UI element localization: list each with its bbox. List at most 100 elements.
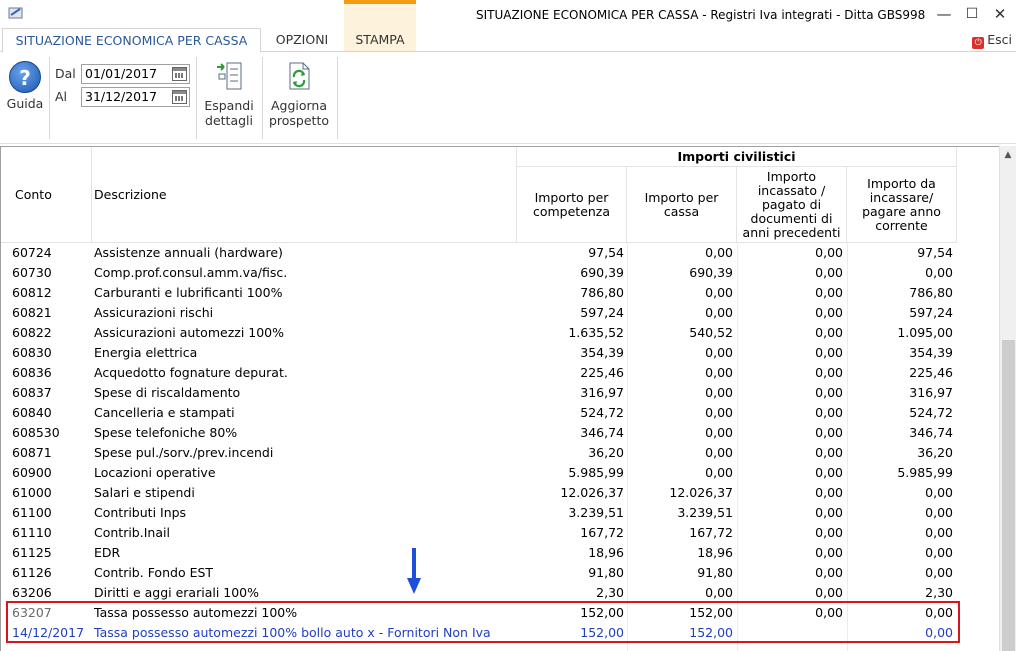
aggiorna-label-2: prospetto bbox=[268, 113, 330, 128]
table-row[interactable]: 60724 Assistenze annuali (hardware) 97,54 0… bbox=[1, 243, 961, 263]
cell-importo-competenza: 167,72 bbox=[580, 525, 624, 540]
scrollbar-thumb[interactable] bbox=[1002, 340, 1015, 651]
cell-descrizione: Assistenze annuali (hardware) bbox=[94, 245, 283, 260]
tab-stampa[interactable]: STAMPA bbox=[344, 28, 416, 52]
header-importo-competenza[interactable]: Importo per competenza bbox=[517, 167, 627, 243]
cell-importo-cassa: 91,80 bbox=[697, 565, 733, 580]
cell-importo-cassa: 0,00 bbox=[705, 245, 733, 260]
cell-descrizione: Spese di riscaldamento bbox=[94, 385, 241, 400]
cell-descrizione: Comp.prof.consul.amm.va/fisc. bbox=[94, 265, 288, 280]
cell-importo-cassa: 12.026,37 bbox=[669, 485, 733, 500]
cell-importo-corrente: 354,39 bbox=[909, 345, 953, 360]
cell-importo-cassa: 0,00 bbox=[705, 305, 733, 320]
table-row[interactable]: 60822 Assicurazioni automezzi 100% 1.635,5… bbox=[1, 323, 961, 343]
cell-importo-cassa: 0,00 bbox=[705, 385, 733, 400]
cell-descrizione: Spese telefoniche 80% bbox=[94, 425, 238, 440]
close-button[interactable]: ✕ bbox=[988, 4, 1012, 24]
cell-importo-corrente: 5.985,99 bbox=[897, 465, 953, 480]
header-importo-cassa[interactable]: Importo per cassa bbox=[627, 167, 737, 243]
minimize-button[interactable]: — bbox=[932, 4, 956, 24]
table-row[interactable]: 61125 EDR 18,96 18,96 0,00 0,00 bbox=[1, 543, 961, 563]
cell-descrizione: Locazioni operative bbox=[94, 465, 216, 480]
cell-importo-cassa: 0,00 bbox=[705, 465, 733, 480]
window-title: SITUAZIONE ECONOMICA PER CASSA - Registr… bbox=[476, 8, 926, 22]
cell-importo-precedenti: 0,00 bbox=[815, 505, 843, 520]
cell-importo-corrente: 1.095,00 bbox=[897, 325, 953, 340]
cell-importo-cassa: 18,96 bbox=[697, 545, 733, 560]
table-row[interactable]: 60821 Assicurazioni rischi 597,24 0,00 0,00 5… bbox=[1, 303, 961, 323]
tab-situazione-economica[interactable]: SITUAZIONE ECONOMICA PER CASSA bbox=[2, 28, 261, 53]
cell-importo-competenza: 91,80 bbox=[588, 565, 624, 580]
cell-importo-corrente: 786,80 bbox=[909, 285, 953, 300]
espandi-label-1: Espandi bbox=[204, 98, 254, 113]
cell-importo-corrente: 0,00 bbox=[925, 485, 953, 500]
header-descrizione[interactable]: Descrizione bbox=[92, 147, 517, 243]
cell-descrizione: EDR bbox=[94, 545, 121, 560]
table-row[interactable]: 61100 Contributi Inps 3.239,51 3.239,51 0,00… bbox=[1, 503, 961, 523]
cell-importo-corrente: 97,54 bbox=[917, 245, 953, 260]
cell-conto: 60724 bbox=[12, 245, 52, 260]
ribbon-separator bbox=[262, 57, 263, 139]
cell-conto: 61110 bbox=[12, 525, 52, 540]
cell-importo-cassa: 3.239,51 bbox=[677, 505, 733, 520]
cell-importo-corrente: 0,00 bbox=[925, 505, 953, 520]
table-row[interactable]: 60837 Spese di riscaldamento 316,97 0,00 0,0… bbox=[1, 383, 961, 403]
maximize-button[interactable]: ☐ bbox=[960, 4, 984, 24]
table-row[interactable]: 60840 Cancelleria e stampati 524,72 0,00 0,0… bbox=[1, 403, 961, 423]
cell-importo-precedenti: 0,00 bbox=[815, 345, 843, 360]
al-date-value: 31/12/2017 bbox=[85, 89, 158, 104]
table-row[interactable]: 60830 Energia elettrica 354,39 0,00 0,00 354,… bbox=[1, 343, 961, 363]
calendar-icon[interactable] bbox=[172, 67, 187, 81]
cell-descrizione: Diritti e aggi erariali 100% bbox=[94, 585, 260, 600]
table-row[interactable]: 63206 Diritti e aggi erariali 100% 2,30 0,0… bbox=[1, 583, 961, 603]
cell-importo-precedenti: 0,00 bbox=[815, 585, 843, 600]
guida-button[interactable]: ? Guida bbox=[4, 59, 46, 111]
cell-descrizione: Contrib.Inail bbox=[94, 525, 170, 540]
cell-importo-precedenti: 0,00 bbox=[815, 385, 843, 400]
highlight-box bbox=[6, 601, 960, 643]
cell-importo-precedenti: 0,00 bbox=[815, 525, 843, 540]
aggiorna-prospetto-button[interactable]: Aggiorna prospetto bbox=[266, 61, 332, 128]
table-row[interactable]: 60812 Carburanti e lubrificanti 100% 786,8… bbox=[1, 283, 961, 303]
cell-importo-precedenti: 0,00 bbox=[815, 445, 843, 460]
table-row[interactable]: 60836 Acquedotto fognature depurat. 225,46… bbox=[1, 363, 961, 383]
cell-descrizione: Spese pul./sorv./prev.incendi bbox=[94, 445, 274, 460]
cell-importo-cassa: 540,52 bbox=[689, 325, 733, 340]
cell-importo-precedenti: 0,00 bbox=[815, 485, 843, 500]
cell-conto: 61100 bbox=[12, 505, 52, 520]
al-date-field[interactable]: 31/12/2017 bbox=[81, 87, 190, 107]
cell-conto: 61000 bbox=[12, 485, 52, 500]
header-importo-anno-corrente[interactable]: Importo da incassare/ pagare anno corren… bbox=[847, 167, 957, 243]
cell-conto: 63206 bbox=[12, 585, 52, 600]
cell-conto: 61125 bbox=[12, 545, 52, 560]
table-row[interactable]: 60871 Spese pul./sorv./prev.incendi 36,20 0… bbox=[1, 443, 961, 463]
cell-conto: 60900 bbox=[12, 465, 52, 480]
table-row[interactable]: 60730 Comp.prof.consul.amm.va/fisc. 690,39… bbox=[1, 263, 961, 283]
cell-descrizione: Cancelleria e stampati bbox=[94, 405, 235, 420]
al-label: Al bbox=[55, 89, 68, 104]
header-conto[interactable]: Conto bbox=[1, 147, 92, 243]
vertical-scrollbar[interactable]: ▲ bbox=[999, 146, 1016, 651]
cell-importo-competenza: 36,20 bbox=[588, 445, 624, 460]
table-row[interactable]: 60900 Locazioni operative 5.985,99 0,00 0,00… bbox=[1, 463, 961, 483]
cell-importo-precedenti: 0,00 bbox=[815, 265, 843, 280]
cell-importo-competenza: 18,96 bbox=[588, 545, 624, 560]
ribbon-tabs: SITUAZIONE ECONOMICA PER CASSA OPZIONI S… bbox=[0, 28, 1016, 53]
esci-button[interactable]: ⏻ Esci bbox=[972, 32, 1012, 49]
espandi-dettagli-button[interactable]: Espandi dettagli bbox=[201, 61, 257, 128]
cell-importo-precedenti: 0,00 bbox=[815, 425, 843, 440]
cell-importo-cassa: 690,39 bbox=[689, 265, 733, 280]
table-row[interactable]: 61126 Contrib. Fondo EST 91,80 91,80 0,00 0,0… bbox=[1, 563, 961, 583]
table-row[interactable]: 61000 Salari e stipendi 12.026,37 12.026,37… bbox=[1, 483, 961, 503]
scroll-up-icon[interactable]: ▲ bbox=[1000, 148, 1016, 162]
calendar-icon[interactable] bbox=[172, 90, 187, 104]
table-row[interactable]: 61110 Contrib.Inail 167,72 167,72 0,00 0,00 bbox=[1, 523, 961, 543]
tab-opzioni[interactable]: OPZIONI bbox=[262, 28, 342, 52]
cell-importo-corrente: 225,46 bbox=[909, 365, 953, 380]
cell-importo-cassa: 0,00 bbox=[705, 365, 733, 380]
cell-importo-precedenti: 0,00 bbox=[815, 565, 843, 580]
dal-date-field[interactable]: 01/01/2017 bbox=[81, 64, 190, 84]
aggiorna-label-1: Aggiorna bbox=[270, 98, 328, 113]
table-row[interactable]: 608530 Spese telefoniche 80% 346,74 0,00 0,0… bbox=[1, 423, 961, 443]
header-importo-anni-precedenti[interactable]: Importo incassato / pagato di documenti … bbox=[737, 167, 847, 243]
